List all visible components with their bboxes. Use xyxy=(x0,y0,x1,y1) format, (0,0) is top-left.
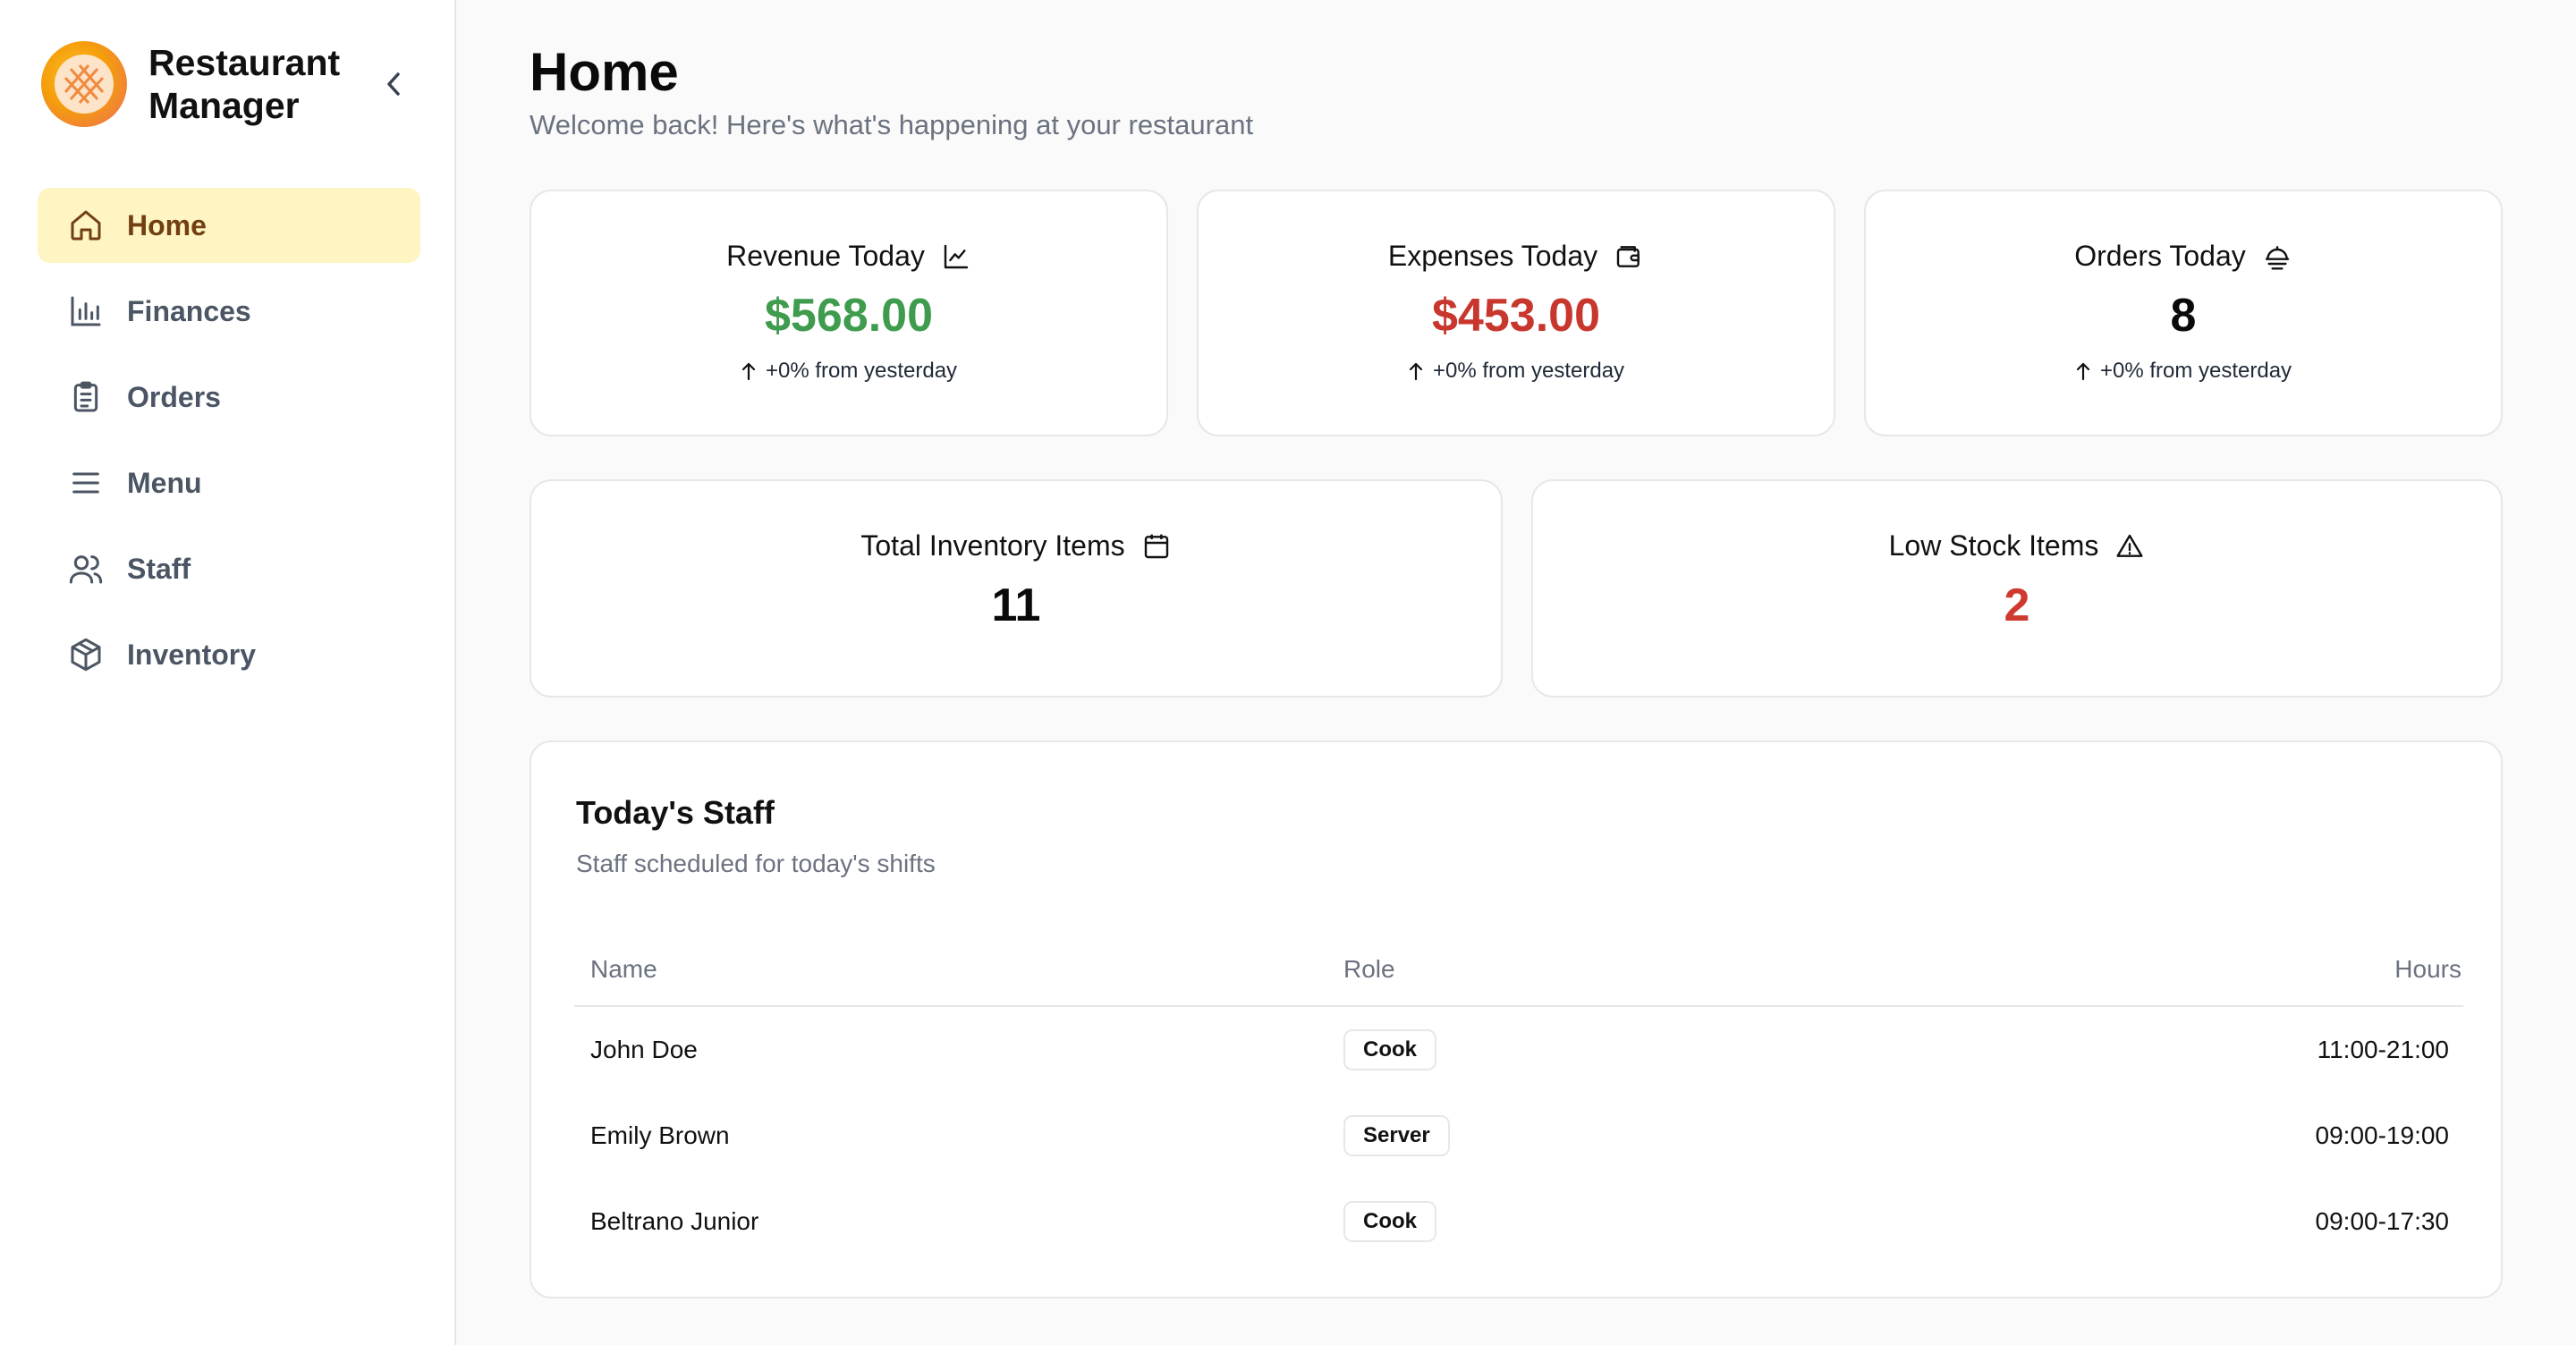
sidebar-item-label: Staff xyxy=(127,552,191,585)
sidebar-item-label: Orders xyxy=(127,380,221,413)
expenses-label: Expenses Today xyxy=(1387,240,1598,272)
menu-lines-icon xyxy=(68,465,104,501)
orders-value: 8 xyxy=(2170,290,2197,342)
package-icon xyxy=(68,637,104,672)
revenue-change: +0% from yesterday xyxy=(531,359,1166,384)
table-header: Name Role Hours xyxy=(574,934,2463,1007)
sidebar-item-label: Finances xyxy=(127,294,251,327)
staff-name: Emily Brown xyxy=(590,1121,730,1149)
chevron-left-icon xyxy=(387,72,400,96)
page-title: Home xyxy=(530,42,679,102)
sidebar-item-menu[interactable]: Menu xyxy=(38,445,420,520)
calendar-box-icon xyxy=(1141,531,1172,562)
collapse-sidebar-button[interactable] xyxy=(376,66,411,102)
role-badge: Cook xyxy=(1343,1201,1436,1242)
staff-card-subtitle: Staff scheduled for today's shifts xyxy=(576,850,936,877)
staff-hours: 11:00-21:00 xyxy=(2317,1036,2449,1063)
sidebar-item-label: Inventory xyxy=(127,638,257,671)
staff-hours: 09:00-19:00 xyxy=(2315,1121,2449,1149)
expenses-value: $453.00 xyxy=(1432,290,1600,342)
role-badge: Cook xyxy=(1343,1029,1436,1070)
brand: Restaurant Manager xyxy=(41,41,340,127)
role-badge: Server xyxy=(1343,1115,1450,1156)
users-icon xyxy=(68,551,104,587)
clipboard-list-icon xyxy=(68,379,104,415)
wallet-icon xyxy=(1614,241,1644,272)
restaurant-logo xyxy=(41,41,127,127)
revenue-card: Revenue Today $568.00 +0% from yesterday xyxy=(530,190,1168,436)
sidebar-item-finances[interactable]: Finances xyxy=(38,274,420,349)
home-icon xyxy=(68,207,104,243)
inventory-label: Total Inventory Items xyxy=(860,529,1125,562)
arrow-up-icon xyxy=(1409,362,1423,381)
column-header-hours: Hours xyxy=(2394,955,2462,983)
warning-triangle-icon xyxy=(2114,531,2145,562)
sidebar-item-home[interactable]: Home xyxy=(38,188,420,263)
page-subtitle: Welcome back! Here's what's happening at… xyxy=(530,109,1254,140)
bar-chart-icon xyxy=(68,293,104,329)
orders-card: Orders Today 8 +0% from yesterday xyxy=(1864,190,2503,436)
arrow-up-icon xyxy=(2076,362,2090,381)
column-header-name: Name xyxy=(590,955,657,983)
staff-name: John Doe xyxy=(590,1036,698,1063)
sidebar-item-label: Menu xyxy=(127,466,202,499)
sidebar-nav: Home Finances Orders Menu Staff Inventor… xyxy=(38,188,420,703)
table-row: Emily Brown Server 09:00-19:00 xyxy=(574,1093,2463,1179)
todays-staff-card: Today's Staff Staff scheduled for today'… xyxy=(530,740,2503,1298)
sidebar-item-inventory[interactable]: Inventory xyxy=(38,617,420,692)
orders-label: Orders Today xyxy=(2074,240,2246,272)
revenue-label: Revenue Today xyxy=(726,240,925,272)
inventory-value: 11 xyxy=(991,579,1041,631)
low-stock-label: Low Stock Items xyxy=(1888,529,2099,562)
brand-name: Restaurant Manager xyxy=(148,42,341,126)
staff-table: Name Role Hours John Doe Cook 11:00-21:0… xyxy=(574,934,2463,1265)
trend-chart-icon xyxy=(941,241,971,272)
revenue-value: $568.00 xyxy=(765,290,933,342)
expenses-change: +0% from yesterday xyxy=(1199,359,1834,384)
staff-card-title: Today's Staff xyxy=(576,794,775,831)
orders-change: +0% from yesterday xyxy=(1866,359,2501,384)
low-stock-card: Low Stock Items 2 xyxy=(1531,479,2503,698)
column-header-role: Role xyxy=(1343,955,1395,983)
arrow-up-icon xyxy=(741,362,756,381)
table-row: Beltrano Junior Cook 09:00-17:30 xyxy=(574,1179,2463,1265)
staff-name: Beltrano Junior xyxy=(590,1207,759,1235)
sidebar-item-orders[interactable]: Orders xyxy=(38,360,420,435)
low-stock-value: 2 xyxy=(2004,579,2030,631)
main-content: Home Welcome back! Here's what's happeni… xyxy=(456,0,2576,1345)
staff-hours: 09:00-17:30 xyxy=(2315,1207,2449,1235)
table-row: John Doe Cook 11:00-21:00 xyxy=(574,1007,2463,1093)
sidebar: Restaurant Manager Home Finances Orders … xyxy=(0,0,456,1345)
expenses-card: Expenses Today $453.00 +0% from yesterda… xyxy=(1197,190,1835,436)
sidebar-item-staff[interactable]: Staff xyxy=(38,531,420,606)
cloche-icon xyxy=(2262,241,2292,272)
inventory-card: Total Inventory Items 11 xyxy=(530,479,1503,698)
sidebar-item-label: Home xyxy=(127,208,207,241)
